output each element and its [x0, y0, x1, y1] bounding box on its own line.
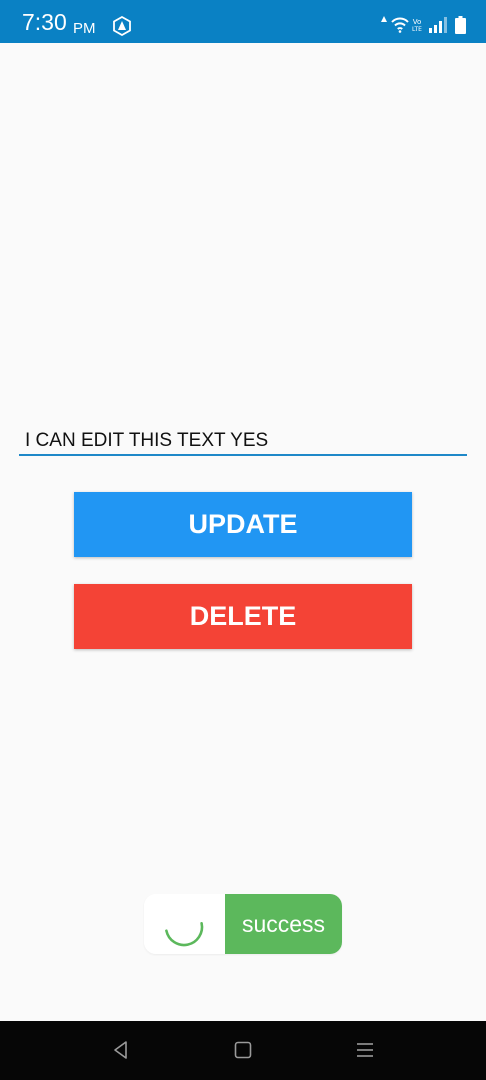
status-toast: success [144, 894, 342, 954]
status-time: 7:30 [22, 9, 67, 35]
app-shield-icon [112, 15, 132, 37]
toast-spinner-area [144, 894, 225, 954]
status-ampm: PM [73, 20, 96, 37]
edit-text-field[interactable]: I CAN EDIT THIS TEXT YES [19, 428, 467, 456]
status-bar: 7:30 PM Vo LTE [0, 0, 486, 43]
loading-spinner-icon [165, 921, 204, 947]
delete-button[interactable]: DELETE [74, 584, 412, 649]
wifi-icon [391, 17, 409, 33]
update-button[interactable]: UPDATE [74, 492, 412, 557]
home-icon[interactable] [232, 1039, 254, 1061]
battery-icon [455, 16, 466, 34]
signal-icon [429, 17, 447, 33]
back-icon[interactable] [110, 1039, 132, 1061]
volte-label-bottom: LTE [412, 26, 422, 33]
data-arrow-icon [381, 16, 387, 22]
volte-icon: Vo LTE [412, 18, 422, 33]
volte-label-top: Vo [413, 18, 422, 26]
navigation-bar [0, 1021, 486, 1080]
toast-message: success [225, 894, 342, 954]
menu-icon[interactable] [354, 1039, 376, 1061]
edit-text-value: I CAN EDIT THIS TEXT YES [25, 430, 269, 451]
